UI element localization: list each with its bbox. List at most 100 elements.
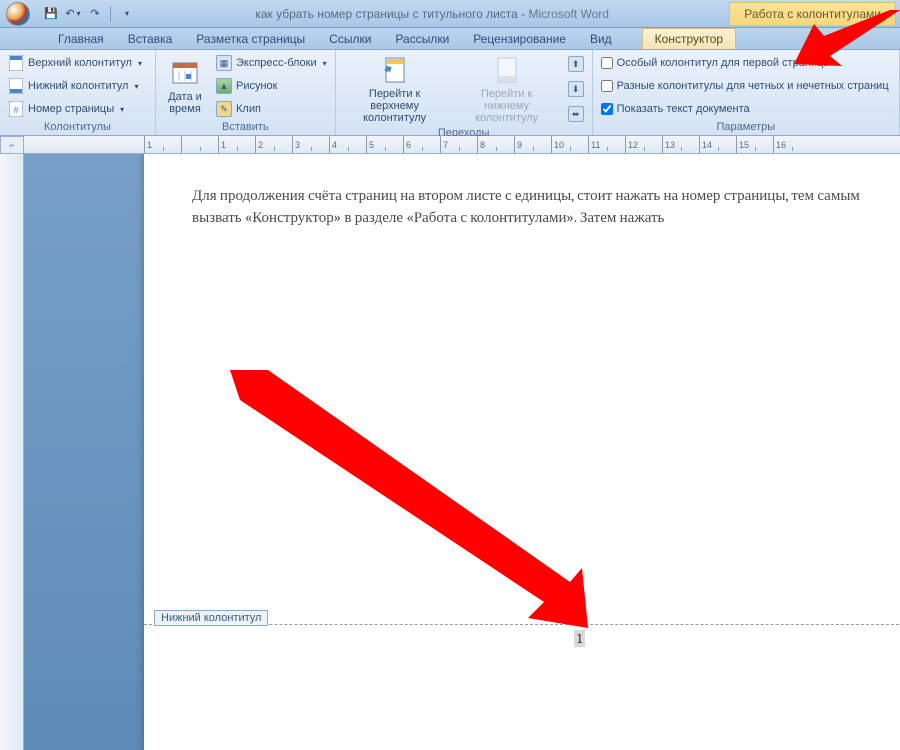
ruler-tick: 11 (588, 136, 625, 153)
office-button[interactable] (0, 0, 36, 28)
footer-tag[interactable]: Нижний колонтитул (154, 610, 268, 626)
chevron-down-icon: ▾ (323, 59, 327, 68)
different-odd-even-checkbox[interactable]: Разные колонтитулы для четных и нечетных… (597, 79, 895, 93)
tab-view[interactable]: Вид (578, 29, 624, 49)
ruler-tick: 8 (477, 136, 514, 153)
ribbon: Верхний колонтитул ▾ Нижний колонтитул ▾… (0, 50, 900, 136)
chevron-down-icon: ▾ (138, 59, 142, 68)
goto-header-icon (379, 54, 411, 86)
ruler-tick: 14 (699, 136, 736, 153)
goto-header-label: Перейти к верхнему колонтитулу (346, 88, 444, 124)
page-number-button[interactable]: # Номер страницы ▾ (4, 100, 146, 118)
horizontal-ruler[interactable]: 112345678910111213141516 (24, 136, 900, 154)
quick-parts-label: Экспресс-блоки (236, 57, 317, 69)
undo-button[interactable]: ↶▾ (64, 5, 82, 23)
header-label: Верхний колонтитул (28, 57, 132, 69)
page-number-icon: # (8, 101, 24, 117)
ruler-tick: 16 (773, 136, 810, 153)
goto-footer-button: Перейти к нижнему колонтитулу (452, 52, 562, 126)
nav-next-button[interactable]: ⬇ (564, 80, 588, 98)
clip-icon: ✎ (216, 101, 232, 117)
show-text-label: Показать текст документа (617, 103, 750, 115)
office-orb-icon (6, 2, 30, 26)
group-headers-footers: Верхний колонтитул ▾ Нижний колонтитул ▾… (0, 50, 156, 135)
footer-icon (8, 78, 24, 94)
picture-icon: ▲ (216, 78, 232, 94)
ruler-tick: 1 (144, 136, 181, 153)
page-area[interactable]: Для продолжения счёта страниц на втором … (24, 154, 900, 750)
document-body-text: Для продолжения счёта страниц на втором … (144, 154, 900, 228)
date-time-label: Дата и время (166, 91, 204, 115)
redo-icon: ↷ (90, 7, 99, 20)
ruler-tick: 6 (403, 136, 440, 153)
header-icon (8, 55, 24, 71)
different-odd-even-label: Разные колонтитулы для четных и нечетных… (617, 80, 889, 92)
ruler-tick: 4 (329, 136, 366, 153)
document-page[interactable]: Для продолжения счёта страниц на втором … (144, 154, 900, 750)
ruler-tick: 12 (625, 136, 662, 153)
ruler-tick: 10 (551, 136, 588, 153)
ruler-tick: 1 (218, 136, 255, 153)
link-previous-button[interactable]: ⬌ (564, 105, 588, 123)
page-number-field[interactable]: 1 (574, 630, 585, 647)
date-time-icon (169, 57, 201, 89)
tab-home[interactable]: Главная (46, 29, 116, 49)
document-name: как убрать номер страницы с титульного л… (255, 7, 518, 21)
checkbox-icon[interactable] (601, 103, 613, 115)
ribbon-tabs: Главная Вставка Разметка страницы Ссылки… (0, 28, 900, 50)
tab-insert[interactable]: Вставка (116, 29, 185, 49)
group-insert: Дата и время ▦ Экспресс-блоки ▾ ▲ Рисуно… (156, 50, 336, 135)
goto-footer-icon (491, 54, 523, 86)
qat-separator (110, 6, 111, 22)
ruler-tick: 13 (662, 136, 699, 153)
save-icon: 💾 (44, 7, 58, 20)
different-first-page-checkbox[interactable]: Особый колонтитул для первой страницы (597, 56, 895, 70)
clip-button[interactable]: ✎ Клип (212, 100, 331, 118)
goto-header-button[interactable]: Перейти к верхнему колонтитулу (340, 52, 450, 126)
prev-section-icon: ⬆ (568, 56, 584, 72)
date-time-button[interactable]: Дата и время (160, 52, 210, 120)
chevron-down-icon: ▾ (125, 9, 129, 18)
footer-button[interactable]: Нижний колонтитул ▾ (4, 77, 146, 95)
nav-prev-button[interactable]: ⬆ (564, 55, 588, 73)
checkbox-icon[interactable] (601, 57, 613, 69)
tab-review[interactable]: Рецензирование (461, 29, 578, 49)
app-name: Microsoft Word (529, 7, 609, 21)
link-icon: ⬌ (568, 106, 584, 122)
document-workspace: ⌐ 112345678910111213141516 Для продолжен… (0, 136, 900, 750)
save-button[interactable]: 💾 (42, 5, 60, 23)
tab-mailings[interactable]: Рассылки (383, 29, 461, 49)
quick-parts-button[interactable]: ▦ Экспресс-блоки ▾ (212, 54, 331, 72)
show-document-text-checkbox[interactable]: Показать текст документа (597, 102, 895, 116)
checkbox-icon[interactable] (601, 80, 613, 92)
picture-button[interactable]: ▲ Рисунок (212, 77, 331, 95)
footer-label: Нижний колонтитул (28, 80, 128, 92)
group-label: Колонтитулы (4, 120, 151, 135)
title-bar: 💾 ↶▾ ↷ ▾ как убрать номер страницы с тит… (0, 0, 900, 28)
ruler-tick: 15 (736, 136, 773, 153)
window-title: как убрать номер страницы с титульного л… (135, 7, 729, 21)
undo-icon: ↶ (65, 7, 74, 20)
group-label: Вставить (160, 120, 331, 135)
page-number-label: Номер страницы (28, 103, 114, 115)
ruler-corner[interactable]: ⌐ (0, 136, 24, 154)
ruler-tick (181, 136, 218, 153)
tab-designer[interactable]: Конструктор (642, 28, 736, 49)
redo-button[interactable]: ↷ (86, 5, 104, 23)
header-button[interactable]: Верхний колонтитул ▾ (4, 54, 146, 72)
svg-text:#: # (13, 105, 18, 115)
tab-layout[interactable]: Разметка страницы (184, 29, 317, 49)
group-options: Особый колонтитул для первой страницы Ра… (593, 50, 900, 135)
quick-parts-icon: ▦ (216, 55, 232, 71)
picture-label: Рисунок (236, 80, 278, 92)
qat-customize[interactable]: ▾ (117, 5, 135, 23)
chevron-down-icon: ▾ (120, 105, 124, 114)
vertical-ruler[interactable] (0, 154, 24, 750)
quick-access-toolbar: 💾 ↶▾ ↷ ▾ (42, 5, 135, 23)
next-section-icon: ⬇ (568, 81, 584, 97)
group-navigation: Перейти к верхнему колонтитулу Перейти к… (336, 50, 593, 135)
clip-label: Клип (236, 103, 261, 115)
chevron-down-icon: ▾ (134, 82, 138, 91)
ruler-tick: 3 (292, 136, 329, 153)
tab-references[interactable]: Ссылки (317, 29, 383, 49)
